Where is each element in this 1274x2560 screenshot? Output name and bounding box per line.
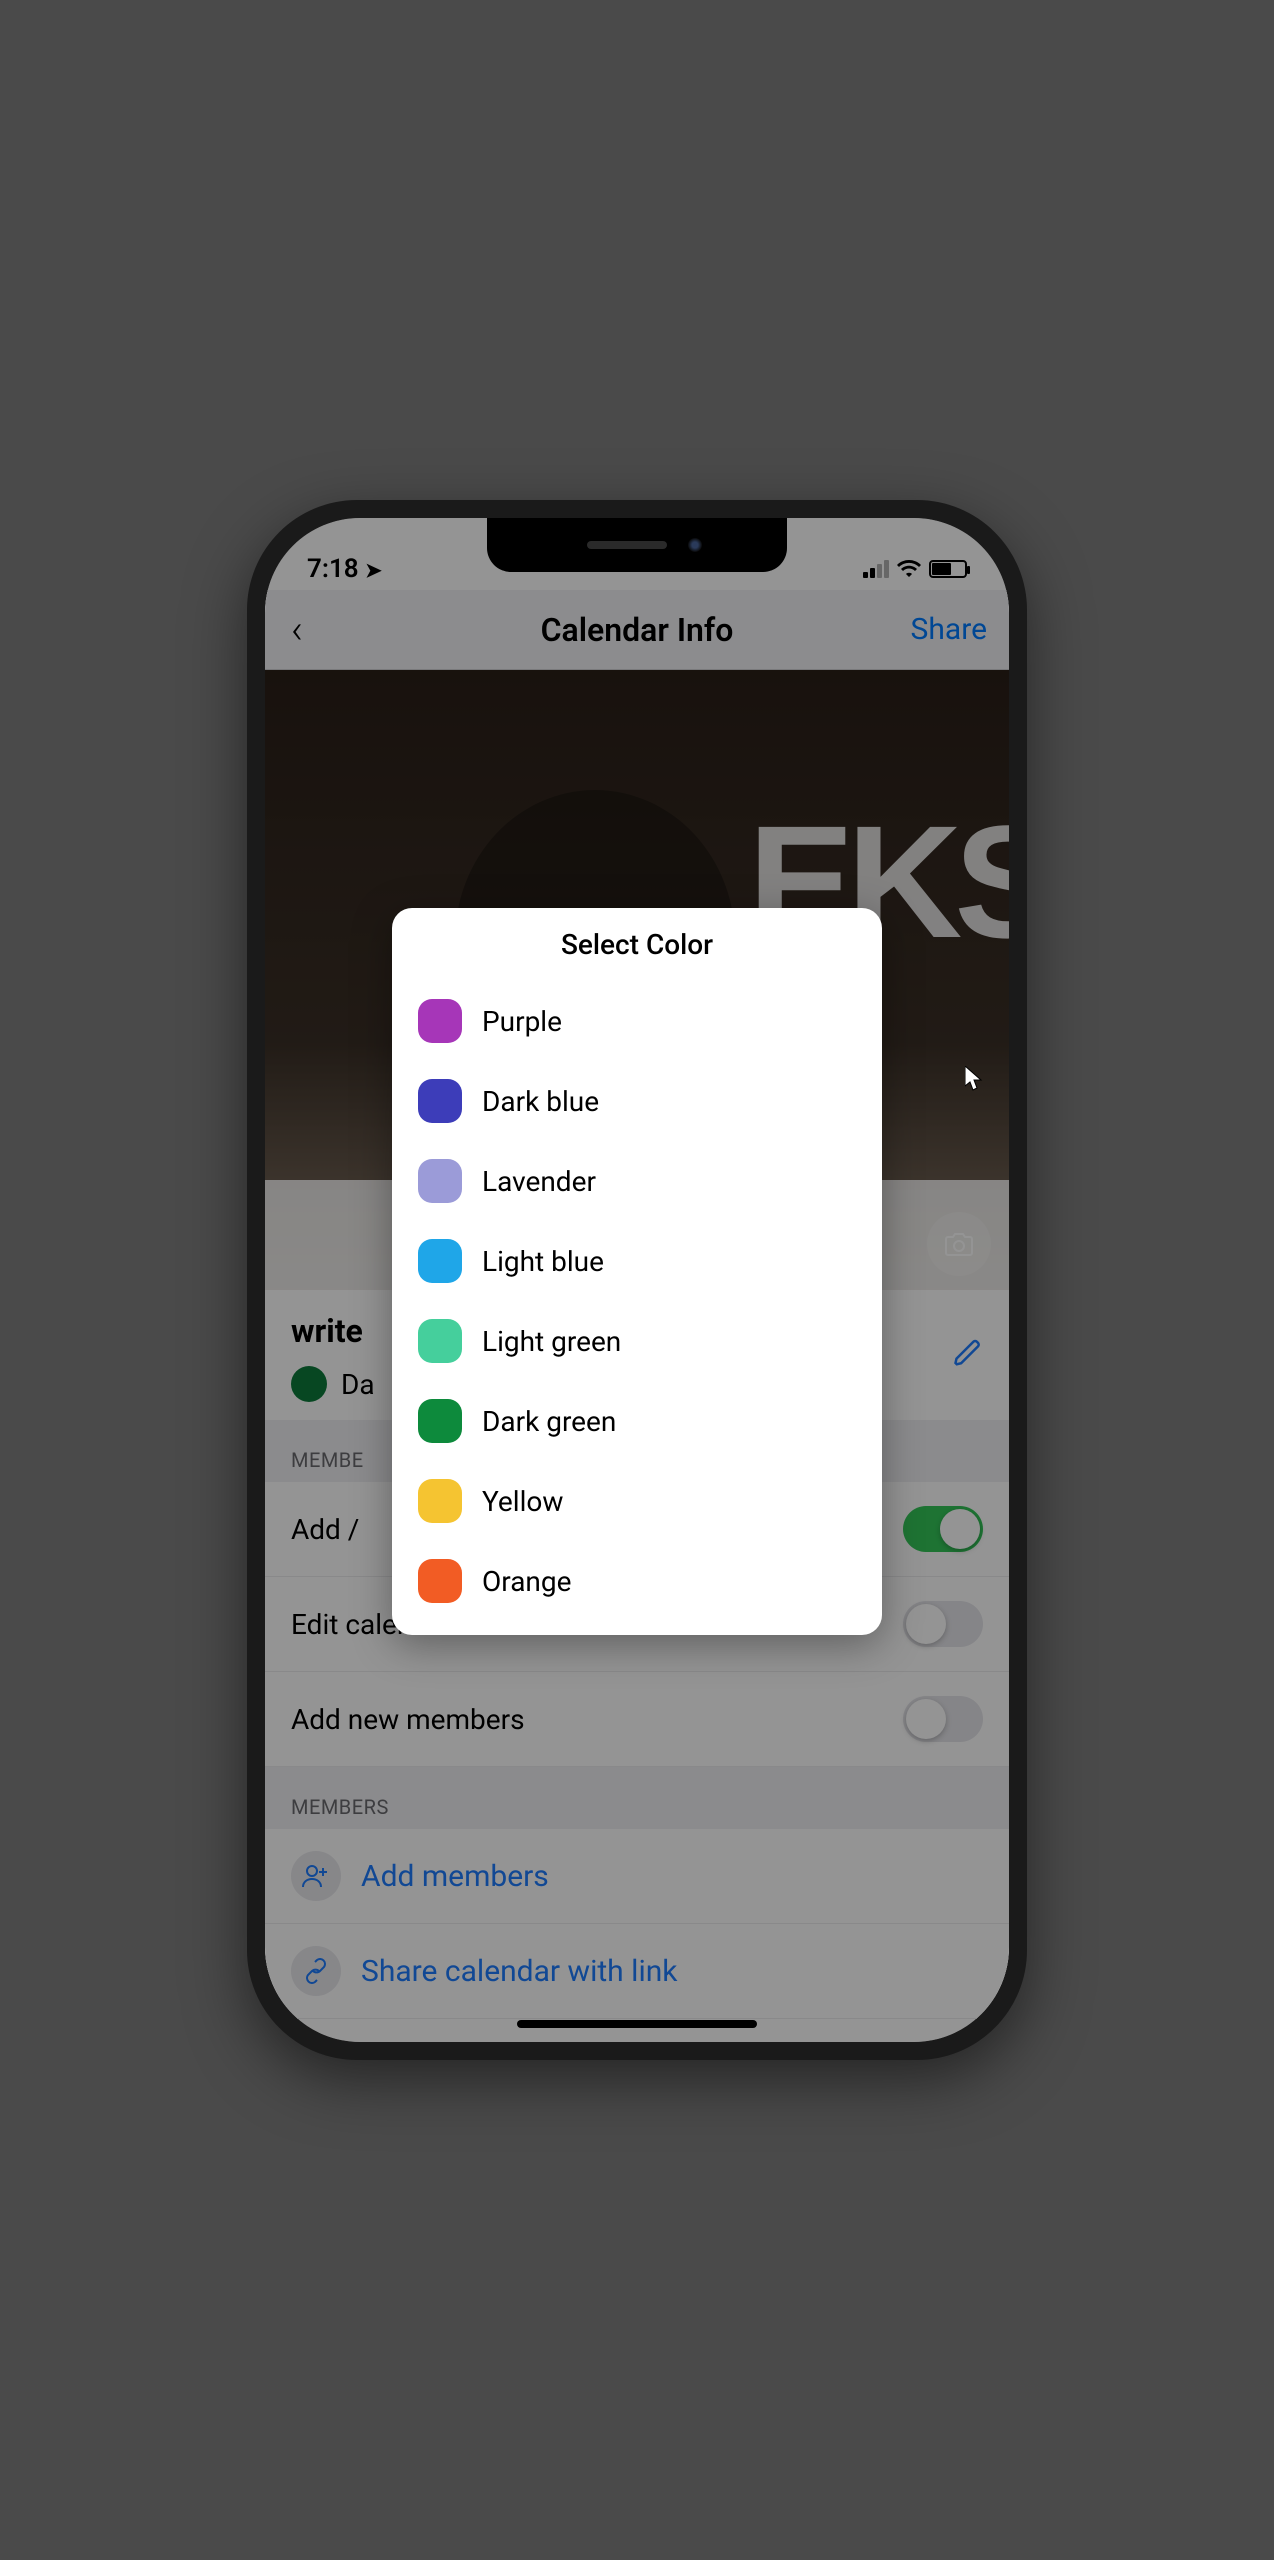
color-label: Yellow xyxy=(482,1485,563,1518)
color-swatch xyxy=(418,1159,462,1203)
notch xyxy=(487,518,787,572)
select-color-modal: Select Color Purple Dark blue Lavender Ligh… xyxy=(392,908,882,1635)
color-swatch xyxy=(418,999,462,1043)
screen: 7:18 ➤ ‹ Calendar Info Share EKS xyxy=(265,518,1009,2042)
color-option-orange[interactable]: Orange xyxy=(392,1541,882,1621)
color-label: Lavender xyxy=(482,1165,596,1198)
color-label: Dark blue xyxy=(482,1085,599,1118)
color-swatch xyxy=(418,1559,462,1603)
color-option-light-green[interactable]: Light green xyxy=(392,1301,882,1381)
speaker xyxy=(587,541,667,549)
phone-inner: 7:18 ➤ ‹ Calendar Info Share EKS xyxy=(265,518,1009,2042)
color-label: Light blue xyxy=(482,1245,604,1278)
color-swatch xyxy=(418,1079,462,1123)
color-swatch xyxy=(418,1239,462,1283)
color-label: Orange xyxy=(482,1565,571,1598)
color-option-light-blue[interactable]: Light blue xyxy=(392,1221,882,1301)
color-swatch xyxy=(418,1479,462,1523)
cursor-icon xyxy=(965,1066,983,1097)
color-swatch xyxy=(418,1319,462,1363)
color-option-dark-blue[interactable]: Dark blue xyxy=(392,1061,882,1141)
home-indicator[interactable] xyxy=(517,2020,757,2028)
front-camera xyxy=(688,538,702,552)
color-option-yellow[interactable]: Yellow xyxy=(392,1461,882,1541)
color-option-dark-green[interactable]: Dark green xyxy=(392,1381,882,1461)
modal-title: Select Color xyxy=(392,928,882,961)
color-label: Dark green xyxy=(482,1405,616,1438)
color-option-purple[interactable]: Purple xyxy=(392,981,882,1061)
color-label: Purple xyxy=(482,1005,562,1038)
phone-frame: 7:18 ➤ ‹ Calendar Info Share EKS xyxy=(247,500,1027,2060)
color-label: Light green xyxy=(482,1325,621,1358)
color-swatch xyxy=(418,1399,462,1443)
color-option-lavender[interactable]: Lavender xyxy=(392,1141,882,1221)
